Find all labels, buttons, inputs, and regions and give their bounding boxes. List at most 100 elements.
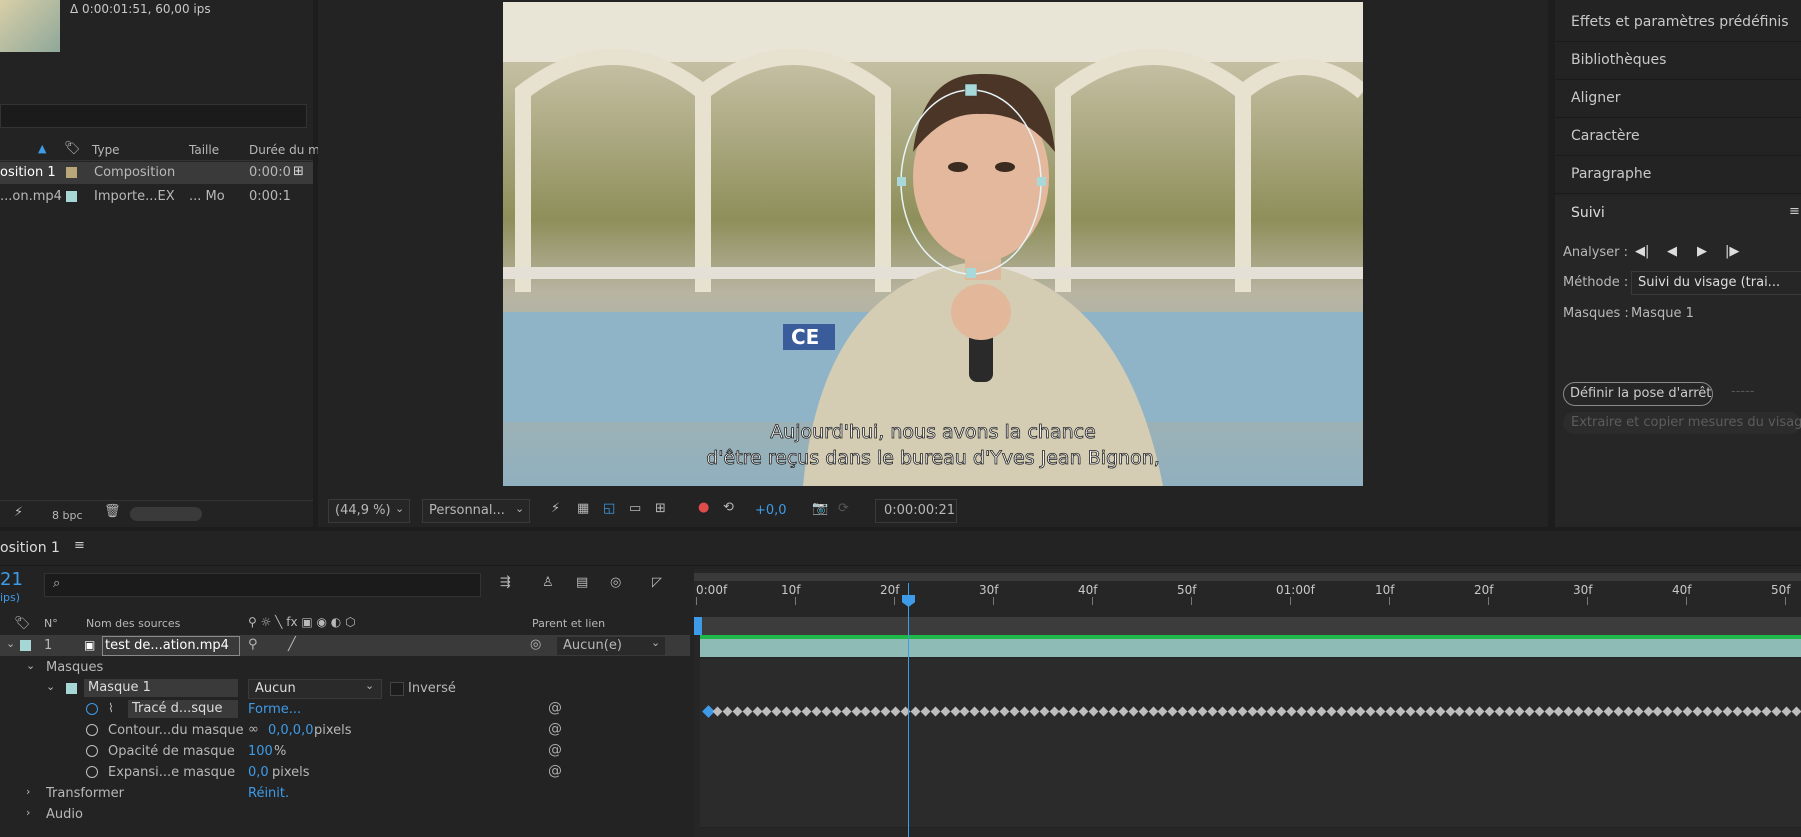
- keyframe-diamond[interactable]: [1266, 706, 1277, 717]
- keyframe-diamond[interactable]: [959, 706, 970, 717]
- keyframe-diamond[interactable]: [1256, 706, 1267, 717]
- link-icon[interactable]: ∞: [248, 722, 259, 737]
- keyframe-diamond[interactable]: [1425, 706, 1436, 717]
- keyframe-diamond[interactable]: [1187, 706, 1198, 717]
- keyframe-diamond[interactable]: [910, 706, 921, 717]
- playhead-line[interactable]: [908, 583, 909, 837]
- property-value[interactable]: 0,0,0,0: [268, 723, 313, 738]
- keyframe-diamond[interactable]: [1454, 706, 1465, 717]
- keyframe-diamond[interactable]: [1058, 706, 1069, 717]
- keyframe-diamond[interactable]: [1128, 706, 1139, 717]
- keyframe-diamond[interactable]: [1623, 706, 1634, 717]
- shy-layers-icon[interactable]: ♙: [542, 575, 554, 590]
- mask-vertex[interactable]: [1037, 177, 1046, 186]
- keyframe-diamond[interactable]: [1078, 706, 1089, 717]
- layer-name-field[interactable]: test de...ation.mp4: [102, 636, 240, 656]
- project-item-row[interactable]: ...on.mp4 Importe...EX ... Mo 0:00:1: [0, 186, 313, 208]
- keyframe-diamond[interactable]: [1494, 706, 1505, 717]
- keyframe-diamond[interactable]: [1247, 706, 1257, 717]
- col-type[interactable]: Type: [92, 143, 120, 157]
- col-size[interactable]: Taille: [189, 143, 219, 157]
- keyframe-diamond[interactable]: [1029, 706, 1040, 717]
- keyframe-diamond[interactable]: [851, 706, 861, 717]
- timeline-search-input[interactable]: ⌕: [44, 573, 481, 597]
- audio-row[interactable]: › Audio: [0, 804, 690, 825]
- keyframe-diamond[interactable]: [1395, 706, 1406, 717]
- property-value[interactable]: 0,0: [248, 765, 269, 780]
- stopwatch-icon[interactable]: [86, 724, 98, 736]
- keyframe-diamond[interactable]: [722, 706, 733, 717]
- mask-color[interactable]: [66, 683, 77, 694]
- keyframe-diamond[interactable]: [1237, 706, 1248, 717]
- project-search-input[interactable]: [0, 104, 307, 128]
- pickwhip-spiral-icon[interactable]: @: [548, 700, 562, 716]
- keyframe-diamond[interactable]: [999, 706, 1010, 717]
- mask-vertex[interactable]: [964, 83, 978, 97]
- keyframe-diamond[interactable]: [1781, 706, 1792, 717]
- bpc-label[interactable]: 8 bpc: [52, 509, 83, 522]
- parent-dropdown[interactable]: Aucun(e) ⌄: [556, 636, 666, 656]
- keyframe-diamond[interactable]: [1563, 706, 1574, 717]
- method-dropdown[interactable]: Suivi du visage (trai...: [1631, 271, 1801, 295]
- keyframe-diamond[interactable]: [1336, 706, 1347, 717]
- keyframe-diamond[interactable]: [1771, 706, 1782, 717]
- viewer-timecode[interactable]: 0:00:00:21: [875, 499, 957, 523]
- panel-libraries[interactable]: Bibliothèques: [1555, 42, 1801, 80]
- keyframe-diamond[interactable]: [1722, 706, 1733, 717]
- keyframe-diamond[interactable]: [1553, 706, 1564, 717]
- keyframe-diamond[interactable]: [1435, 706, 1446, 717]
- work-area-bar[interactable]: [694, 573, 1801, 581]
- keyframe-diamond[interactable]: [1573, 706, 1584, 717]
- keyframe-diamond[interactable]: [1445, 706, 1455, 717]
- exposure-value[interactable]: +0,0: [755, 503, 787, 518]
- keyframe-diamond[interactable]: [1197, 706, 1208, 717]
- keyframe-diamond[interactable]: [1474, 706, 1485, 717]
- tab-menu-icon[interactable]: ≡: [74, 538, 85, 553]
- keyframe-diamond[interactable]: [860, 706, 871, 717]
- keyframe-diamond[interactable]: [989, 706, 1000, 717]
- interpret-footage-icon[interactable]: ⚡: [14, 505, 23, 520]
- property-name-field[interactable]: Tracé d...sque: [128, 700, 238, 718]
- keyframe-diamond[interactable]: [761, 706, 772, 717]
- keyframe-diamond[interactable]: [1355, 706, 1366, 717]
- keyframe-diamond[interactable]: [831, 706, 842, 717]
- label-color[interactable]: [20, 640, 31, 651]
- work-area-start-handle[interactable]: [694, 617, 702, 635]
- panel-character[interactable]: Caractère: [1555, 118, 1801, 156]
- keyframe-diamond[interactable]: [841, 706, 852, 717]
- trash-icon[interactable]: 🗑: [104, 504, 121, 519]
- property-row-feather[interactable]: Contour...du masque ∞ 0,0,0,0 pixels @: [0, 720, 690, 741]
- keyframe-diamond[interactable]: [890, 706, 901, 717]
- keyframe-diamond[interactable]: [1544, 706, 1554, 717]
- transparency-grid-icon[interactable]: ▦: [577, 501, 589, 516]
- keyframe-diamond[interactable]: [1751, 706, 1762, 717]
- mask-name-field[interactable]: Masque 1: [84, 679, 238, 697]
- col-duration[interactable]: Durée du mé: [249, 143, 327, 157]
- keyframe-diamond[interactable]: [1415, 706, 1426, 717]
- keyframe-diamond[interactable]: [752, 706, 762, 717]
- tab-composition[interactable]: osition 1: [0, 540, 60, 556]
- resolution-dropdown[interactable]: Personnal... ⌄: [422, 499, 530, 523]
- graph-icon[interactable]: ⌇: [108, 701, 114, 715]
- keyframe-diamond[interactable]: [1217, 706, 1228, 717]
- keyframe-diamond[interactable]: [1286, 706, 1297, 717]
- keyframe-diamond[interactable]: [1068, 706, 1079, 717]
- keyframe-diamond[interactable]: [1108, 706, 1119, 717]
- property-value[interactable]: Forme...: [248, 702, 301, 717]
- keyframe-diamond[interactable]: [880, 706, 891, 717]
- keyframe-diamond[interactable]: [821, 706, 832, 717]
- keyframe-diamond[interactable]: [1207, 706, 1218, 717]
- keyframe-diamond[interactable]: [930, 706, 941, 717]
- col-source-name[interactable]: Nom des sources: [86, 617, 180, 630]
- time-ruler[interactable]: 0:00f 10f 20f 30f 40f 50f 01:00f 10f 20f 30f 40f 50…: [694, 583, 1801, 613]
- keyframe-diamond[interactable]: [870, 706, 881, 717]
- extract-copy-button[interactable]: Extraire et copier mesures du visage: [1563, 412, 1801, 434]
- property-row-opacity[interactable]: Opacité de masque 100 % @: [0, 741, 690, 762]
- keyframe-diamond[interactable]: [920, 706, 931, 717]
- keyframe-diamond[interactable]: [1049, 706, 1059, 717]
- transform-row[interactable]: › Transformer Réinit.: [0, 783, 690, 804]
- keyframe-diamond[interactable]: [1633, 706, 1644, 717]
- keyframe-diamond[interactable]: [1702, 706, 1713, 717]
- zoom-dropdown[interactable]: (44,9 %) ⌄: [328, 499, 410, 523]
- keyframe-diamond[interactable]: [1326, 706, 1337, 717]
